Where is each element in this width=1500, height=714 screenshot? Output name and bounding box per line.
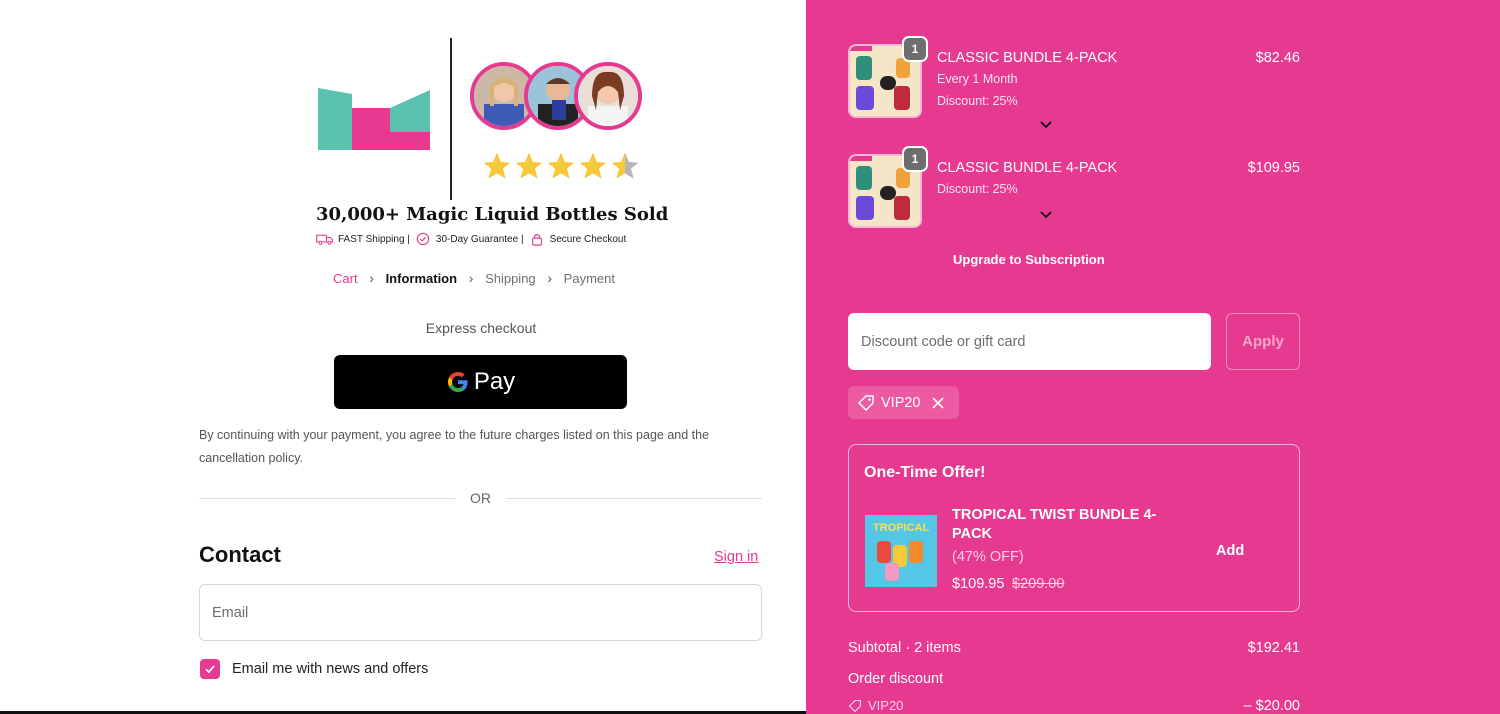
discount-code-input[interactable] xyxy=(848,313,1211,370)
news-checkbox[interactable] xyxy=(200,659,220,679)
subscription-terms: By continuing with your payment, you agr… xyxy=(199,428,710,465)
email-field[interactable] xyxy=(199,584,762,641)
news-checkbox-label[interactable]: Email me with news and offers xyxy=(232,661,428,677)
apply-discount-button[interactable]: Apply xyxy=(1226,313,1300,370)
lock-icon xyxy=(531,234,542,246)
offer-compare-price: $209.00 xyxy=(1012,576,1065,592)
trust-secure: Secure Checkout xyxy=(549,233,627,245)
rating-stars xyxy=(481,150,641,182)
chevron-down-icon[interactable] xyxy=(1038,119,1054,131)
chevron-right-icon: › xyxy=(468,270,474,286)
order-summary-panel: 1 CLASSIC BUNDLE 4-PACK $82.46 Every 1 M… xyxy=(806,0,1500,714)
truck-icon xyxy=(316,234,334,245)
star-icon xyxy=(579,152,607,179)
sign-in-link[interactable]: Sign in xyxy=(714,549,758,565)
google-g-icon xyxy=(447,372,468,392)
trust-guarantee: 30-Day Guarantee | xyxy=(435,233,524,245)
breadcrumb: Cart › Information › Shipping › Payment xyxy=(333,270,615,286)
order-discount-label: Order discount xyxy=(848,671,944,687)
offer-percent-off: (47% OFF) xyxy=(952,549,1024,565)
close-icon[interactable] xyxy=(931,396,945,410)
header-divider xyxy=(450,38,452,200)
item-discount: Discount: 25% xyxy=(937,94,1018,108)
offer-price: $109.95 xyxy=(952,576,1005,592)
subtotal-value: $192.41 xyxy=(1247,640,1300,656)
google-pay-button[interactable]: Pay xyxy=(334,355,627,409)
check-circle-icon xyxy=(416,232,430,246)
breadcrumb-shipping: Shipping xyxy=(485,270,536,286)
offer-product-name: TROPICAL TWIST BUNDLE 4-PACK xyxy=(952,507,1157,542)
chevron-right-icon: › xyxy=(369,270,374,286)
subtotal-label: Subtotal · 2 items xyxy=(848,640,961,656)
avatar xyxy=(574,62,642,130)
applied-code: VIP20 xyxy=(881,394,921,411)
checkout-form-panel: 30,000+ Magic Liquid Bottles Sold FAST S… xyxy=(0,0,806,714)
tag-icon xyxy=(857,394,874,411)
headline: 30,000+ Magic Liquid Bottles Sold xyxy=(316,204,669,225)
line-item: 1 CLASSIC BUNDLE 4-PACK $82.46 Every 1 M… xyxy=(848,36,1300,134)
order-discount-value: – $20.00 xyxy=(1243,698,1300,714)
add-offer-button[interactable]: Add xyxy=(1216,543,1244,559)
star-icon xyxy=(547,152,575,179)
offer-title: One-Time Offer! xyxy=(864,464,986,481)
trust-shipping: FAST Shipping | xyxy=(338,233,410,245)
item-title: CLASSIC BUNDLE 4-PACK xyxy=(937,160,1118,176)
offer-thumb-lettering: TROPICAL xyxy=(873,522,930,534)
offer-product-thumbnail: TROPICAL xyxy=(865,515,937,587)
order-discount-code: VIP20 xyxy=(848,698,903,713)
star-icon xyxy=(483,152,511,179)
quantity-badge: 1 xyxy=(902,146,928,172)
breadcrumb-payment: Payment xyxy=(563,270,615,286)
item-frequency: Every 1 Month xyxy=(937,72,1018,86)
breadcrumb-cart[interactable]: Cart xyxy=(333,271,358,286)
or-divider: OR xyxy=(199,490,762,508)
tag-icon xyxy=(848,699,862,712)
upgrade-subscription-link[interactable]: Upgrade to Subscription xyxy=(953,252,1105,267)
item-discount: Discount: 25% xyxy=(937,182,1018,196)
chevron-down-icon[interactable] xyxy=(1038,209,1054,221)
chevron-right-icon: › xyxy=(547,270,552,286)
order-discount-code-text: VIP20 xyxy=(868,698,904,713)
divider-line xyxy=(506,498,762,499)
brand-logo xyxy=(318,88,430,150)
trust-badges: FAST Shipping | 30-Day Guarantee | Secur… xyxy=(316,232,626,246)
item-price: $109.95 xyxy=(1247,160,1300,176)
item-price: $82.46 xyxy=(1255,50,1300,66)
one-time-offer-card: One-Time Offer! TROPICAL TROPICAL TWIST … xyxy=(848,444,1300,612)
line-item: 1 CLASSIC BUNDLE 4-PACK $109.95 Discount… xyxy=(848,146,1300,234)
breadcrumb-information: Information xyxy=(385,270,458,286)
contact-heading: Contact xyxy=(199,542,281,567)
item-title: CLASSIC BUNDLE 4-PACK xyxy=(937,50,1118,66)
applied-discount-tag: VIP20 xyxy=(848,386,959,419)
google-pay-label: Pay xyxy=(473,368,516,395)
star-icon xyxy=(515,152,543,179)
checkmark-icon xyxy=(205,665,215,674)
quantity-badge: 1 xyxy=(902,36,928,62)
half-star-icon xyxy=(611,152,639,179)
